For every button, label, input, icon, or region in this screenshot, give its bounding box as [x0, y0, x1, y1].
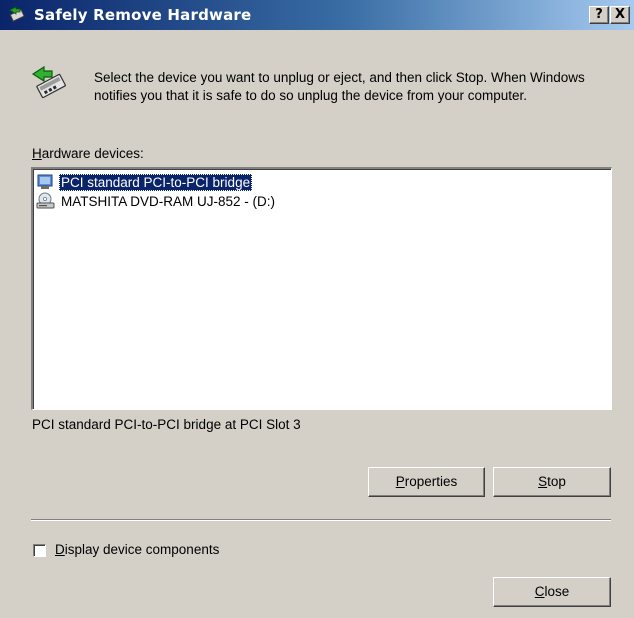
close-window-button[interactable]: X [610, 6, 630, 24]
safely-remove-hardware-icon [30, 64, 70, 102]
safely-remove-hardware-dialog: Safely Remove Hardware ? X Select the de… [0, 0, 634, 618]
instructions-text: Select the device you want to unplug or … [94, 70, 585, 103]
pci-bridge-icon [36, 173, 56, 191]
hardware-devices-label: Hardware devices: [32, 146, 144, 161]
device-label: PCI standard PCI-to-PCI bridge [59, 173, 253, 191]
stop-button[interactable]: Stop [493, 467, 611, 497]
separator [31, 519, 611, 521]
device-location-text: PCI standard PCI-to-PCI bridge at PCI Sl… [32, 417, 301, 432]
list-item-dvd-drive[interactable]: MATSHITA DVD-RAM UJ-852 - (D:) [36, 191, 277, 211]
display-device-components-label[interactable]: Display device components [55, 542, 219, 557]
device-label: MATSHITA DVD-RAM UJ-852 - (D:) [61, 193, 276, 209]
title-bar[interactable]: Safely Remove Hardware ? X [0, 0, 634, 30]
help-button[interactable]: ? [589, 6, 609, 24]
properties-button[interactable]: Properties [368, 467, 485, 497]
display-device-components-checkbox[interactable] [33, 544, 46, 557]
window-title: Safely Remove Hardware [34, 6, 252, 24]
list-item-pci-bridge[interactable]: PCI standard PCI-to-PCI bridge [36, 172, 253, 192]
close-button[interactable]: Close [493, 577, 611, 607]
hardware-devices-list[interactable]: PCI standard PCI-to-PCI bridge MATSHITA … [31, 167, 612, 410]
dvd-drive-icon [36, 192, 56, 210]
safely-remove-hardware-icon [8, 6, 26, 24]
